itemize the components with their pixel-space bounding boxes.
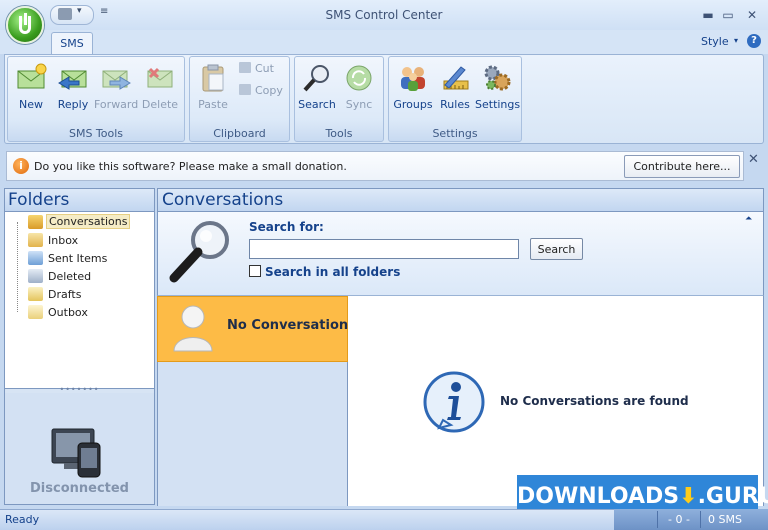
status-divider <box>700 511 701 528</box>
search-all-folders-label: Search in all folders <box>265 265 401 279</box>
collapse-icon[interactable]: ⏶ <box>745 214 752 224</box>
device-status: Disconnected <box>30 481 129 496</box>
button-label: Delete <box>141 98 179 111</box>
button-label: Rules <box>440 98 470 111</box>
drafts-icon <box>28 287 43 301</box>
contribute-button[interactable]: Contribute here... <box>624 155 740 178</box>
style-menu[interactable]: Style <box>701 35 729 48</box>
reply-icon <box>57 63 89 93</box>
scissors-icon <box>239 62 251 73</box>
search-button[interactable]: Search <box>530 238 583 260</box>
button-label: Reply <box>57 98 89 111</box>
copy-label: Copy <box>255 84 283 97</box>
empty-state-message: No Conversations are found <box>500 394 689 408</box>
donation-message: Do you like this software? Please make a… <box>34 160 347 173</box>
close-icon[interactable]: ✕ <box>748 152 759 167</box>
gear-icon <box>481 63 513 93</box>
paste-button[interactable]: Paste <box>191 60 235 112</box>
chevron-down-icon[interactable]: ▾ <box>734 36 738 45</box>
tab-sms[interactable]: SMS <box>51 32 93 55</box>
settings-button[interactable]: Settings <box>475 60 521 112</box>
button-label: Groups <box>393 98 433 111</box>
watermark-text: .GURU <box>697 484 768 509</box>
rules-button[interactable]: Rules <box>433 60 477 112</box>
ribbon-tab-row <box>0 30 768 54</box>
button-label: Paste <box>198 98 228 111</box>
folder-label: Deleted <box>48 270 92 283</box>
folder-item-outbox[interactable]: Outbox <box>26 304 126 321</box>
search-ribbon-button[interactable]: Search <box>295 60 339 112</box>
magnifier-icon <box>301 63 333 93</box>
window-title: SMS Control Center <box>325 8 443 22</box>
folder-item-drafts[interactable]: Drafts <box>26 286 126 303</box>
folders-title: Folders <box>8 190 70 210</box>
rules-icon <box>439 63 471 93</box>
status-divider <box>657 511 658 528</box>
folder-label: Inbox <box>48 234 79 247</box>
app-menu-button[interactable] <box>6 6 44 44</box>
conversations-title: Conversations <box>162 190 284 210</box>
folder-item-inbox[interactable]: Inbox <box>26 232 126 249</box>
avatar-icon <box>170 303 216 353</box>
maximize-button[interactable]: ▭ <box>720 7 736 23</box>
minimize-button[interactable]: ▬ <box>700 7 716 23</box>
group-label: Clipboard <box>213 127 266 140</box>
folder-item-deleted[interactable]: Deleted <box>26 268 126 285</box>
delete-button[interactable]: Delete <box>138 60 182 112</box>
search-all-folders-checkbox[interactable] <box>249 265 261 277</box>
conversations-icon <box>28 215 43 229</box>
inbox-icon <box>28 233 43 247</box>
close-button[interactable]: ✕ <box>744 7 760 23</box>
info-icon <box>421 370 487 438</box>
group-label: SMS Tools <box>68 127 124 140</box>
button-label: Sync <box>345 98 373 111</box>
conversation-item-label: No Conversation <box>227 318 349 333</box>
folder-label: Outbox <box>48 306 88 319</box>
group-label: Tools <box>325 127 353 140</box>
folder-item-conversations[interactable]: Conversations <box>26 214 131 231</box>
button-label: Settings <box>475 98 521 111</box>
forward-icon <box>100 63 132 93</box>
new-sms-icon <box>15 63 47 93</box>
watermark-text: DOWNLOADS <box>517 484 680 509</box>
button-label: New <box>19 98 43 111</box>
search-input[interactable] <box>249 239 519 259</box>
new-button[interactable]: New <box>9 60 53 112</box>
reply-button[interactable]: Reply <box>51 60 95 112</box>
info-icon: i <box>13 158 29 174</box>
cut-label: Cut <box>255 62 274 75</box>
copy-icon <box>239 84 251 95</box>
folder-label: Sent Items <box>48 252 108 265</box>
status-text: Ready <box>5 513 40 526</box>
status-segment <box>614 509 768 530</box>
status-sms-count: 0 SMS <box>708 513 742 526</box>
sync-button[interactable]: Sync <box>337 60 381 112</box>
sync-icon <box>343 63 375 93</box>
sent-items-icon <box>28 251 43 265</box>
paste-icon <box>197 63 229 93</box>
groups-button[interactable]: Groups <box>391 60 435 112</box>
forward-button[interactable]: Forward <box>94 60 138 112</box>
group-label: Settings <box>432 127 478 140</box>
folder-label: Conversations <box>46 214 131 229</box>
status-count: - 0 - <box>668 513 690 526</box>
search-for-label: Search for: <box>249 220 324 234</box>
deleted-icon <box>28 269 43 283</box>
download-arrow-icon: ⬇ <box>679 484 698 509</box>
outbox-icon <box>28 305 43 319</box>
groups-icon <box>397 63 429 93</box>
delete-icon <box>144 63 176 93</box>
button-label: Forward <box>94 98 139 111</box>
copy-button[interactable]: Copy <box>239 84 283 100</box>
tree-lines <box>17 222 18 312</box>
search-magnifier-icon <box>168 218 234 286</box>
button-label: Search <box>298 98 336 111</box>
folder-label: Drafts <box>48 288 82 301</box>
phone-device-icon <box>48 427 104 479</box>
cut-button[interactable]: Cut <box>239 62 274 78</box>
help-icon[interactable]: ? <box>747 34 761 48</box>
folder-item-sent-items[interactable]: Sent Items <box>26 250 126 267</box>
